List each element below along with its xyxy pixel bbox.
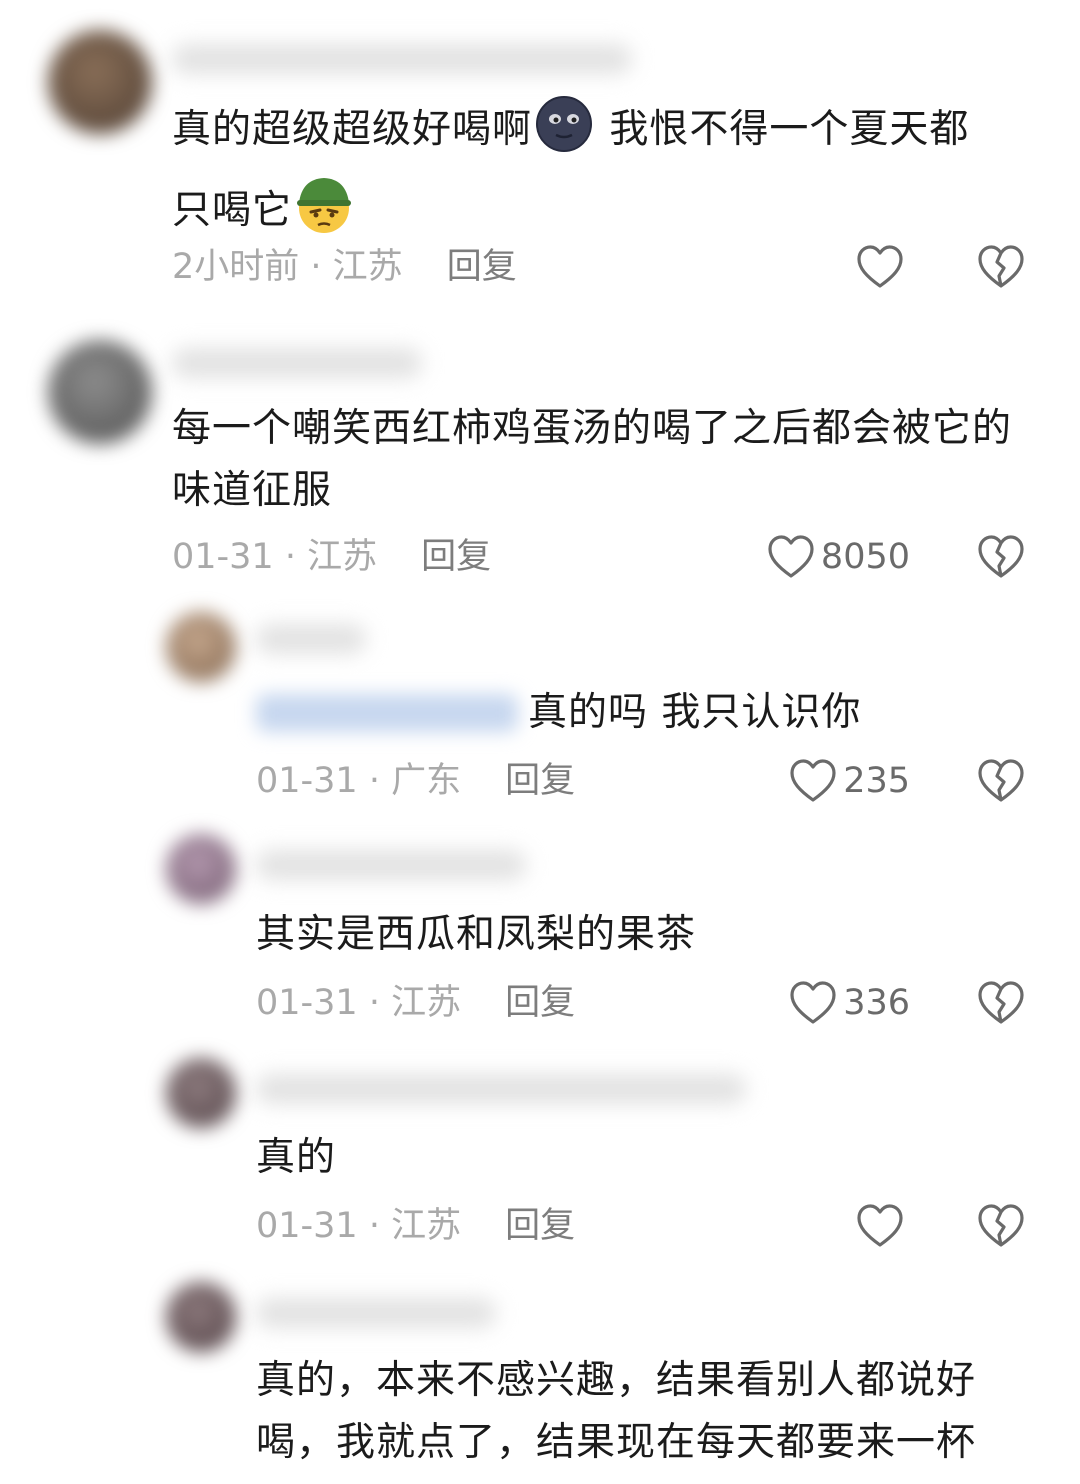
heart-icon: [790, 759, 836, 802]
avatar[interactable]: [48, 30, 152, 134]
comment-text: 其实是西瓜和凤梨的果茶: [256, 912, 697, 957]
comment-meta: 01-31 · 江苏 回复: [256, 1201, 575, 1251]
comment-time: 01-31: [256, 1206, 358, 1246]
like-button[interactable]: 336: [789, 978, 910, 1028]
comment-list: 真的超级超级好喝啊 我恨不得一个夏天都 只喝它 2小时前 · 江苏 回复 每一个嘲…: [0, 0, 1080, 1484]
comment-location: 广东: [391, 761, 462, 801]
reply-button[interactable]: 回复: [505, 983, 575, 1023]
comment-time: 01-31: [172, 537, 274, 577]
username[interactable]: [256, 850, 526, 880]
avatar[interactable]: [166, 612, 236, 682]
avatar[interactable]: [166, 834, 236, 904]
broken-heart-icon[interactable]: [976, 532, 1026, 582]
username[interactable]: [172, 44, 632, 74]
username[interactable]: [256, 1298, 496, 1328]
avatar[interactable]: [166, 1058, 236, 1128]
comment-text: 真的: [256, 1135, 337, 1180]
comment-text: 真的超级超级好喝啊 我恨不得一个夏天都 只喝它: [172, 94, 1032, 254]
meta-separator: ·: [299, 247, 333, 287]
meta-separator: ·: [357, 983, 392, 1023]
reply-button[interactable]: 回复: [505, 1206, 575, 1246]
comment-text: 真的，本来不感兴趣，结果看别人都说好喝，我就点了，结果现在每天都要来一杯: [256, 1358, 977, 1465]
broken-heart-icon[interactable]: [976, 978, 1026, 1028]
comment-location: 江苏: [307, 537, 378, 577]
meta-separator: ·: [357, 1206, 392, 1246]
heart-icon: [768, 535, 814, 578]
comment-meta: 01-31 · 广东 回复: [256, 756, 575, 806]
comment-text: 每一个嘲笑西红柿鸡蛋汤的喝了之后都会被它的味道征服: [172, 406, 1013, 513]
comment-meta: 2小时前 · 江苏 回复: [172, 242, 517, 292]
comment-location: 江苏: [391, 1206, 462, 1246]
like-button[interactable]: [856, 242, 910, 292]
like-count: 235: [843, 761, 910, 801]
reply-target-mention[interactable]: [256, 694, 518, 732]
heart-icon: [857, 245, 903, 288]
new-moon-face-emoji: [534, 94, 594, 173]
meta-separator: ·: [273, 537, 308, 577]
comment-time: 2小时前: [172, 247, 300, 287]
like-button[interactable]: 8050: [767, 532, 910, 582]
like-count: 336: [843, 983, 910, 1023]
comment-meta: 01-31 · 江苏 回复: [172, 532, 491, 582]
like-button[interactable]: 235: [789, 756, 910, 806]
username[interactable]: [256, 1074, 746, 1104]
comment-meta: 01-31 · 江苏 回复: [256, 978, 575, 1028]
meta-separator: ·: [357, 761, 392, 801]
comment-time: 01-31: [256, 983, 358, 1023]
comment-text: 真的吗 我只认识你: [528, 690, 862, 735]
comment-location: 江苏: [332, 247, 403, 287]
avatar[interactable]: [48, 340, 152, 444]
username[interactable]: [256, 624, 366, 654]
comment-location: 江苏: [391, 983, 462, 1023]
reply-button[interactable]: 回复: [505, 761, 575, 801]
username[interactable]: [172, 348, 422, 378]
reply-button[interactable]: 回复: [447, 247, 517, 287]
like-count: 8050: [820, 537, 910, 577]
broken-heart-icon[interactable]: [976, 756, 1026, 806]
heart-icon: [790, 981, 836, 1024]
heart-icon: [857, 1204, 903, 1247]
avatar[interactable]: [166, 1282, 236, 1352]
broken-heart-icon[interactable]: [976, 242, 1026, 292]
like-button[interactable]: [856, 1201, 910, 1251]
reply-button[interactable]: 回复: [421, 537, 491, 577]
broken-heart-icon[interactable]: [976, 1201, 1026, 1251]
comment-time: 01-31: [256, 761, 358, 801]
